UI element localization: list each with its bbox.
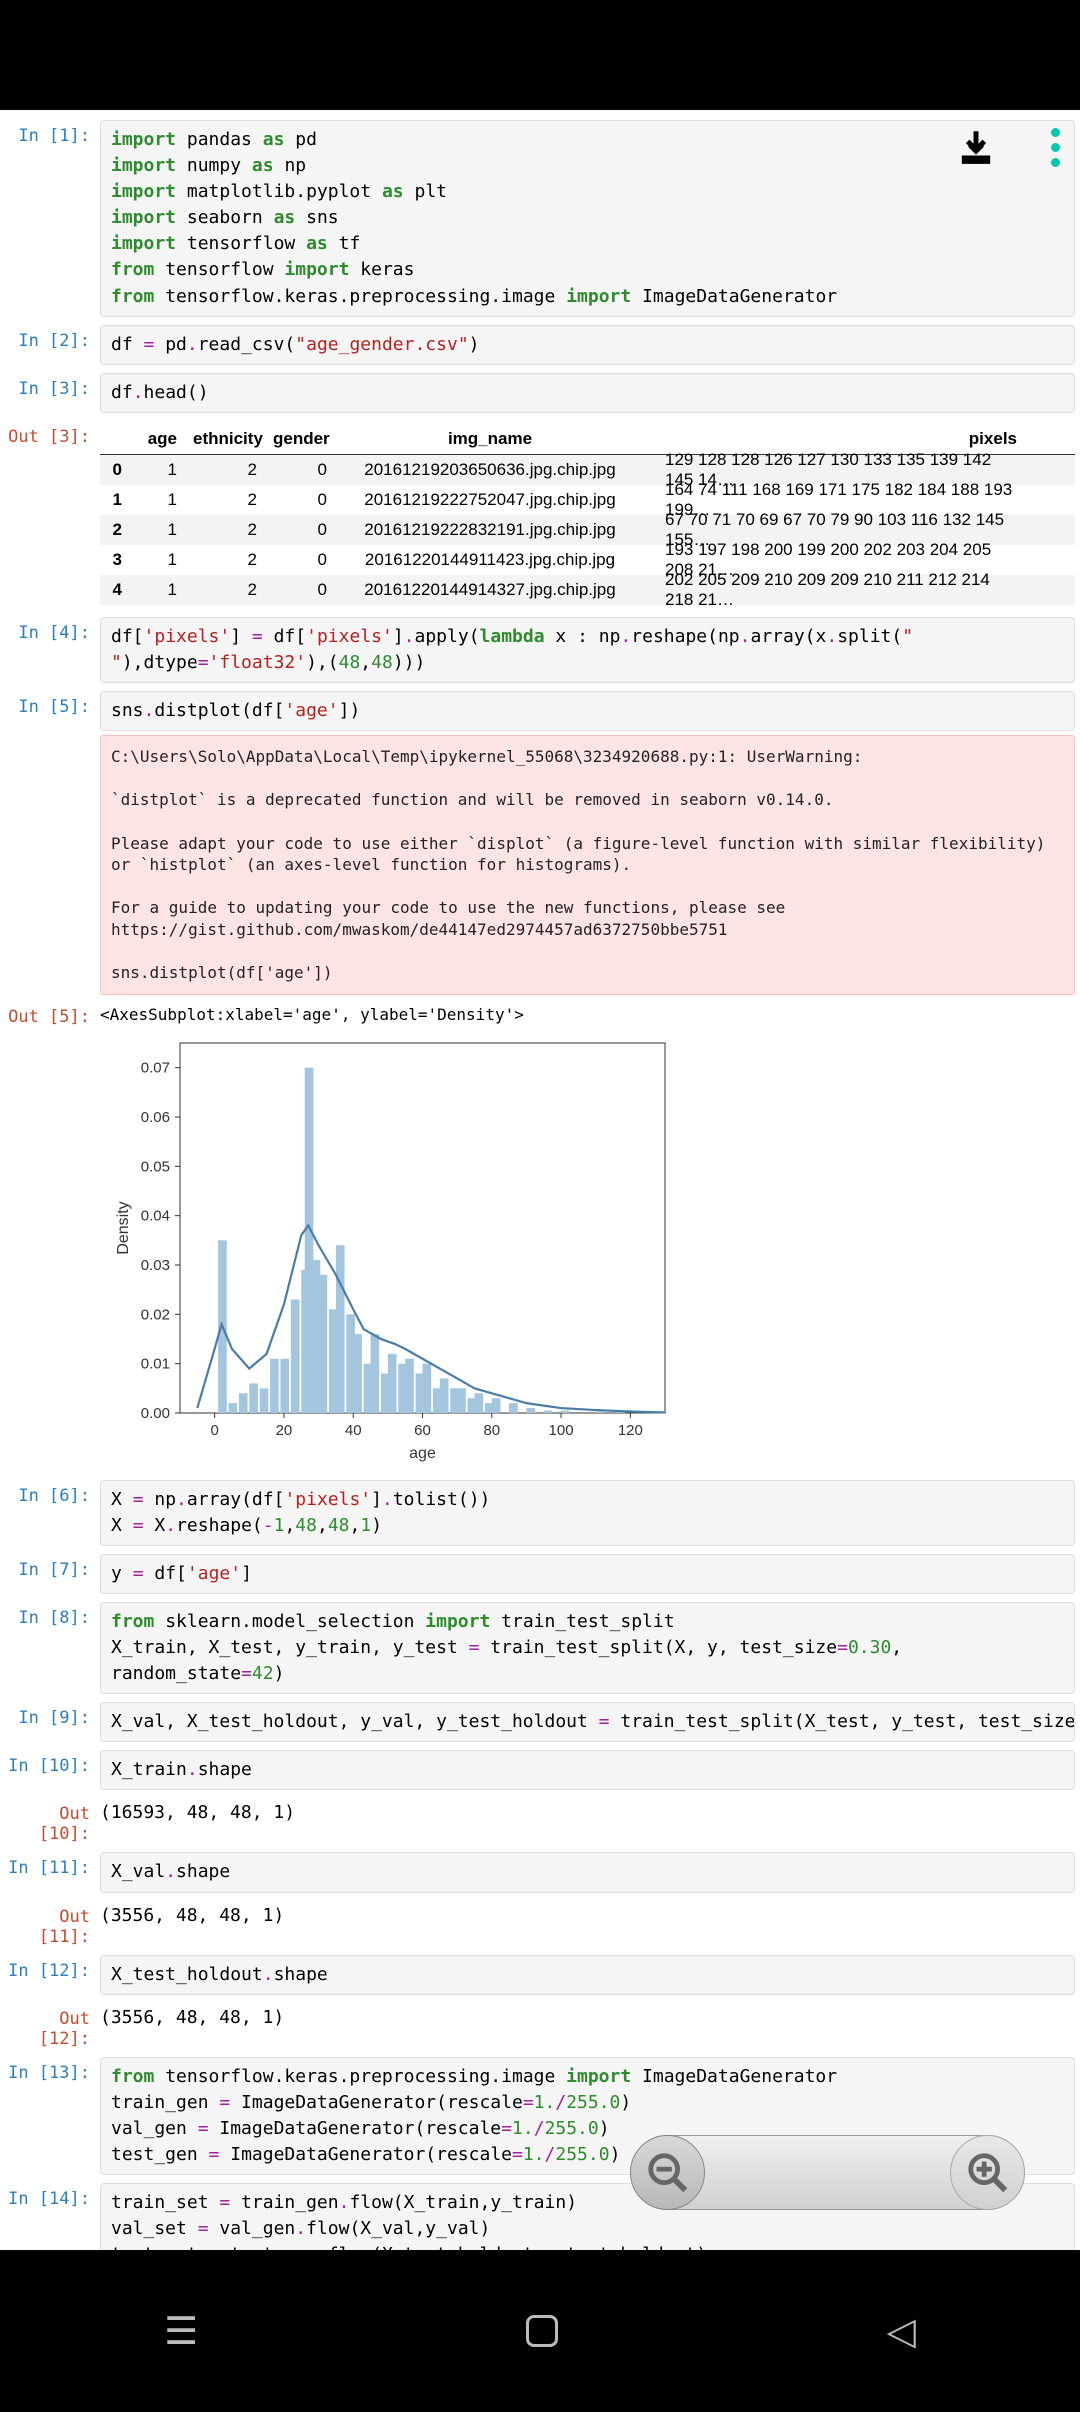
status-bar <box>0 0 1080 110</box>
output-11: (3556, 48, 48, 1) <box>100 1901 1075 1947</box>
code-cell-12[interactable]: X_test_holdout.shape <box>100 1955 1075 1995</box>
prompt-in-14: In [14]: <box>5 2183 100 2250</box>
prompt-in-7: In [7]: <box>5 1554 100 1594</box>
svg-text:0.01: 0.01 <box>141 1355 170 1372</box>
code-cell-3[interactable]: df.head() <box>100 373 1075 413</box>
prompt-in-10: In [10]: <box>5 1750 100 1790</box>
svg-text:40: 40 <box>345 1422 362 1439</box>
zoom-control <box>630 2135 1025 2210</box>
prompt-out-11: Out [11]: <box>5 1901 100 1947</box>
code-cell-8[interactable]: from sklearn.model_selection import trai… <box>100 1602 1075 1694</box>
svg-text:120: 120 <box>618 1422 643 1439</box>
code-cell-11[interactable]: X_val.shape <box>100 1852 1075 1892</box>
svg-text:60: 60 <box>414 1422 431 1439</box>
output-10: (16593, 48, 48, 1) <box>100 1798 1075 1844</box>
age-density-chart: 0 20 40 60 80 100 120 0.00 0.01 0.02 0.03 0.04 0.05 0… <box>110 1028 680 1468</box>
output-5: <AxesSubplot:xlabel='age', ylabel='Densi… <box>100 1001 1075 1472</box>
output-12: (3556, 48, 48, 1) <box>100 2003 1075 2049</box>
code-cell-7[interactable]: y = df['age'] <box>100 1554 1075 1594</box>
code-cell-4[interactable]: df['pixels'] = df['pixels'].apply(lambda… <box>100 617 1075 683</box>
svg-text:80: 80 <box>483 1422 500 1439</box>
prompt-in-4: In [4]: <box>5 617 100 683</box>
svg-text:0.04: 0.04 <box>141 1207 170 1224</box>
code-cell-9[interactable]: X_val, X_test_holdout, y_val, y_test_hol… <box>100 1702 1075 1742</box>
download-icon[interactable] <box>956 128 996 173</box>
prompt-out-10: Out [10]: <box>5 1798 100 1844</box>
prompt-in-3: In [3]: <box>5 373 100 413</box>
prompt-in-11: In [11]: <box>5 1852 100 1892</box>
page-actions <box>956 128 1060 173</box>
prompt-in-13: In [13]: <box>5 2057 100 2175</box>
prompt-out-3: Out [3]: <box>5 421 100 609</box>
notebook-content: In [1]: import pandas as pd import numpy… <box>0 110 1080 2250</box>
home-icon[interactable] <box>526 2315 558 2347</box>
svg-text:20: 20 <box>276 1422 293 1439</box>
zoom-out-button[interactable] <box>630 2135 705 2210</box>
code-cell-5[interactable]: sns.distplot(df['age']) <box>100 691 1075 731</box>
prompt-out-5: Out [5]: <box>5 1001 100 1472</box>
recents-icon[interactable]: ☰ <box>164 2309 198 2354</box>
prompt-in-6: In [6]: <box>5 1480 100 1546</box>
svg-text:0.03: 0.03 <box>141 1257 170 1274</box>
svg-text:0.02: 0.02 <box>141 1306 170 1323</box>
svg-text:0: 0 <box>210 1422 218 1439</box>
svg-text:age: age <box>409 1445 436 1462</box>
navigation-bar: ☰ ◁ <box>0 2250 1080 2412</box>
prompt-in-8: In [8]: <box>5 1602 100 1694</box>
more-vertical-icon[interactable] <box>1051 128 1060 167</box>
back-icon[interactable]: ◁ <box>887 2309 916 2354</box>
prompt-in-1: In [1]: <box>5 120 100 317</box>
svg-text:Density: Density <box>115 1201 132 1254</box>
svg-text:0.06: 0.06 <box>141 1109 170 1126</box>
code-cell-1[interactable]: import pandas as pd import numpy as np i… <box>100 120 1075 317</box>
code-cell-10[interactable]: X_train.shape <box>100 1750 1075 1790</box>
prompt-in-12: In [12]: <box>5 1955 100 1995</box>
svg-text:0.07: 0.07 <box>141 1059 170 1076</box>
prompt-in-2: In [2]: <box>5 325 100 365</box>
prompt-in-9: In [9]: <box>5 1702 100 1742</box>
svg-text:0.00: 0.00 <box>141 1405 170 1422</box>
svg-text:0.05: 0.05 <box>141 1158 170 1175</box>
output-table-3: age ethnicity gender img_name pixels 012… <box>100 421 1075 609</box>
prompt-out-12: Out [12]: <box>5 2003 100 2049</box>
prompt-in-5: In [5]: <box>5 691 100 995</box>
zoom-in-button[interactable] <box>950 2135 1025 2210</box>
code-cell-6[interactable]: X = np.array(df['pixels'].tolist()) X = … <box>100 1480 1075 1546</box>
warning-output: C:\Users\Solo\AppData\Local\Temp\ipykern… <box>100 735 1075 995</box>
svg-text:100: 100 <box>549 1422 574 1439</box>
code-cell-2[interactable]: df = pd.read_csv("age_gender.csv") <box>100 325 1075 365</box>
